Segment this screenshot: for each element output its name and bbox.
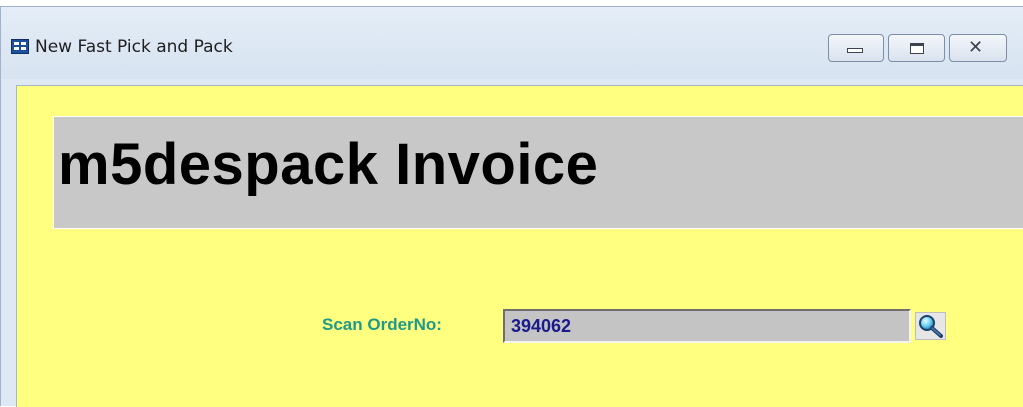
minimize-icon	[847, 48, 863, 53]
header-panel: m5despack Invoice	[53, 116, 1023, 229]
title-bar[interactable]: New Fast Pick and Pack ✕	[1, 7, 1023, 79]
restore-icon	[910, 43, 924, 54]
caption-buttons: ✕	[828, 34, 1007, 62]
form-body: m5despack Invoice Scan OrderNo:	[16, 85, 1023, 407]
lookup-button[interactable]	[915, 312, 946, 340]
scan-order-input[interactable]	[503, 309, 911, 343]
scan-order-label: Scan OrderNo:	[322, 315, 442, 334]
close-icon: ✕	[968, 37, 984, 58]
form-window-icon[interactable]	[11, 39, 29, 54]
restore-button[interactable]	[888, 34, 945, 62]
page-title: m5despack Invoice	[58, 132, 599, 197]
app-window: New Fast Pick and Pack ✕ m5despack Invoi…	[0, 6, 1023, 407]
close-button[interactable]: ✕	[949, 34, 1007, 62]
magnifier-icon	[919, 315, 943, 338]
window-title: New Fast Pick and Pack	[35, 37, 233, 57]
minimize-button[interactable]	[828, 34, 884, 62]
